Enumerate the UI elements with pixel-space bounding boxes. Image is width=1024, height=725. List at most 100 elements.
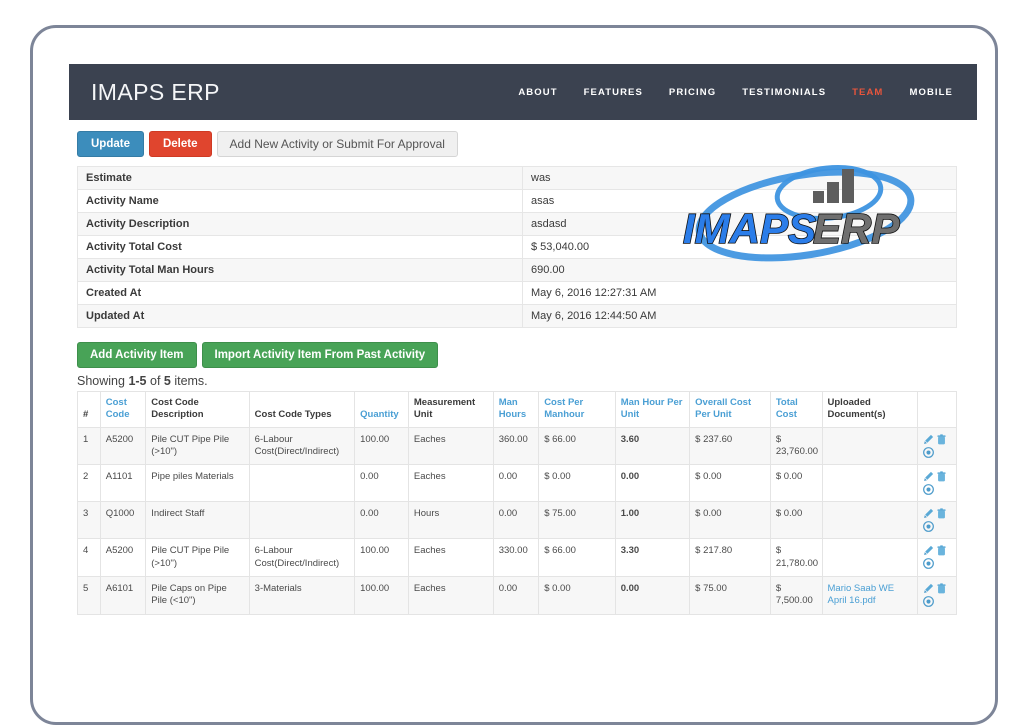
uploaded-document-link[interactable]: Mario Saab WE April 16.pdf: [828, 583, 895, 606]
info-icon[interactable]: [922, 596, 934, 608]
activity-details-table: Estimate was Activity Name asas Activity…: [77, 166, 957, 328]
nav-link-pricing[interactable]: PRICING: [669, 87, 716, 98]
table-row: 3 Q1000 Indirect Staff 0.00 Hours 0.00 $ 75.00…: [77, 501, 958, 540]
detail-value-activity-total-cost: $ 53,040.00: [522, 235, 957, 259]
cell-man-hours: 330.00: [492, 538, 540, 578]
delete-icon[interactable]: [936, 471, 947, 482]
edit-icon[interactable]: [923, 545, 934, 556]
col-header-total-cost[interactable]: Total Cost: [769, 391, 823, 428]
cell-overall-cost-per-unit: $ 217.80: [689, 538, 771, 578]
delete-icon[interactable]: [936, 508, 947, 519]
col-header-index: #: [77, 391, 101, 428]
cell-cost-per-manhour: $ 66.00: [538, 538, 616, 578]
cell-cost-code-types: 6-Labour Cost(Direct/Indirect): [248, 538, 356, 578]
info-icon[interactable]: [922, 521, 934, 533]
edit-icon[interactable]: [923, 583, 934, 594]
cell-overall-cost-per-unit: $ 0.00: [689, 464, 771, 503]
cell-row-actions: [916, 501, 958, 540]
edit-icon[interactable]: [923, 434, 934, 445]
cell-uploaded-document: [821, 464, 918, 503]
cell-uploaded-document: [821, 538, 918, 578]
delete-icon[interactable]: [936, 545, 947, 556]
import-activity-item-button[interactable]: Import Activity Item From Past Activity: [201, 342, 439, 368]
info-icon[interactable]: [922, 484, 934, 496]
cell-cost-code: A6101: [99, 576, 147, 615]
detail-label-activity-description: Activity Description: [77, 212, 523, 236]
app-brand-title: IMAPS ERP: [91, 78, 220, 105]
detail-label-activity-name: Activity Name: [77, 189, 523, 213]
cell-index: 3: [77, 501, 101, 540]
items-table-header-row: # Cost Code Cost Code Description Cost C…: [77, 391, 958, 428]
cell-cost-code: Q1000: [99, 501, 147, 540]
nav-link-features[interactable]: FEATURES: [584, 87, 643, 98]
delete-button[interactable]: Delete: [148, 131, 212, 157]
nav-link-mobile[interactable]: MOBILE: [909, 87, 953, 98]
cell-measurement-unit: Hours: [407, 501, 494, 540]
showing-range: 1-5: [128, 374, 147, 388]
info-icon[interactable]: [922, 558, 934, 570]
detail-value-activity-name: asas: [522, 189, 957, 213]
detail-value-activity-description: asdasd: [522, 212, 957, 236]
cell-man-hour-per-unit: 1.00: [614, 501, 691, 540]
tablet-frame: IMAPS ERP ABOUT FEATURES PRICING TESTIMO…: [30, 25, 998, 725]
cell-cost-code-types: [248, 501, 356, 540]
cell-total-cost: $ 21,780.00: [769, 538, 823, 578]
cell-measurement-unit: Eaches: [407, 464, 494, 503]
table-row: Updated At May 6, 2016 12:44:50 AM: [77, 304, 957, 328]
delete-icon[interactable]: [936, 434, 947, 445]
showing-middle: of: [146, 374, 164, 388]
cell-cost-code: A1101: [99, 464, 147, 503]
cell-man-hour-per-unit: 0.00: [614, 576, 691, 615]
col-header-quantity[interactable]: Quantity: [354, 391, 409, 428]
col-header-measurement-unit: Measurement Unit: [407, 391, 494, 428]
showing-count-text: Showing 1-5 of 5 items.: [77, 374, 977, 388]
col-header-actions: [916, 391, 958, 428]
cell-total-cost: $ 23,760.00: [769, 426, 823, 466]
detail-label-activity-total-man-hours: Activity Total Man Hours: [77, 258, 523, 282]
cell-uploaded-document: [821, 501, 918, 540]
cell-cost-per-manhour: $ 75.00: [538, 501, 616, 540]
cell-man-hours: 0.00: [492, 501, 540, 540]
browser-viewport: IMAPS ERP ABOUT FEATURES PRICING TESTIMO…: [69, 64, 977, 629]
cell-man-hours: 0.00: [492, 464, 540, 503]
update-button[interactable]: Update: [77, 131, 144, 157]
add-new-activity-button[interactable]: Add New Activity or Submit For Approval: [216, 131, 458, 157]
nav-link-about[interactable]: ABOUT: [518, 87, 557, 98]
row-action-group: [922, 545, 953, 570]
edit-icon[interactable]: [923, 508, 934, 519]
add-activity-item-button[interactable]: Add Activity Item: [77, 342, 197, 368]
cell-description: Pipe piles Materials: [145, 464, 250, 503]
col-header-man-hours[interactable]: Man Hours: [492, 391, 540, 428]
col-header-man-hour-per-unit[interactable]: Man Hour Per Unit: [614, 391, 691, 428]
cell-cost-per-manhour: $ 0.00: [538, 464, 616, 503]
cell-index: 2: [77, 464, 101, 503]
edit-icon[interactable]: [923, 471, 934, 482]
top-navbar: IMAPS ERP ABOUT FEATURES PRICING TESTIMO…: [69, 64, 977, 120]
nav-link-team[interactable]: TEAM: [852, 87, 883, 98]
row-action-group: [922, 434, 953, 458]
table-row: Activity Name asas: [77, 189, 957, 213]
cell-measurement-unit: Eaches: [407, 576, 494, 615]
col-header-cost-per-manhour[interactable]: Cost Per Manhour: [538, 391, 616, 428]
cell-quantity: 100.00: [354, 426, 409, 466]
table-row: 4 A5200 Pile CUT Pipe Pile (>10") 6-Labour …: [77, 538, 958, 578]
cell-cost-code-types: [248, 464, 356, 503]
detail-value-estimate[interactable]: was: [522, 166, 957, 190]
detail-label-updated-at: Updated At: [77, 304, 523, 328]
cell-description: Indirect Staff: [145, 501, 250, 540]
info-icon[interactable]: [922, 446, 934, 458]
table-row: Activity Total Man Hours 690.00: [77, 258, 957, 282]
col-header-cost-code-description: Cost Code Description: [145, 391, 250, 428]
table-row: Created At May 6, 2016 12:27:31 AM: [77, 281, 957, 305]
row-action-group: [922, 583, 953, 608]
col-header-overall-cost-per-unit[interactable]: Overall Cost Per Unit: [689, 391, 771, 428]
detail-value-created-at: May 6, 2016 12:27:31 AM: [522, 281, 957, 305]
cell-row-actions: [916, 426, 958, 466]
detail-value-updated-at: May 6, 2016 12:44:50 AM: [522, 304, 957, 328]
col-header-cost-code[interactable]: Cost Code: [99, 391, 147, 428]
showing-prefix: Showing: [77, 374, 129, 388]
nav-link-testimonials[interactable]: TESTIMONIALS: [742, 87, 826, 98]
table-row: 2 A1101 Pipe piles Materials 0.00 Eaches 0.00…: [77, 464, 958, 503]
delete-icon[interactable]: [936, 583, 947, 594]
cell-quantity: 100.00: [354, 576, 409, 615]
